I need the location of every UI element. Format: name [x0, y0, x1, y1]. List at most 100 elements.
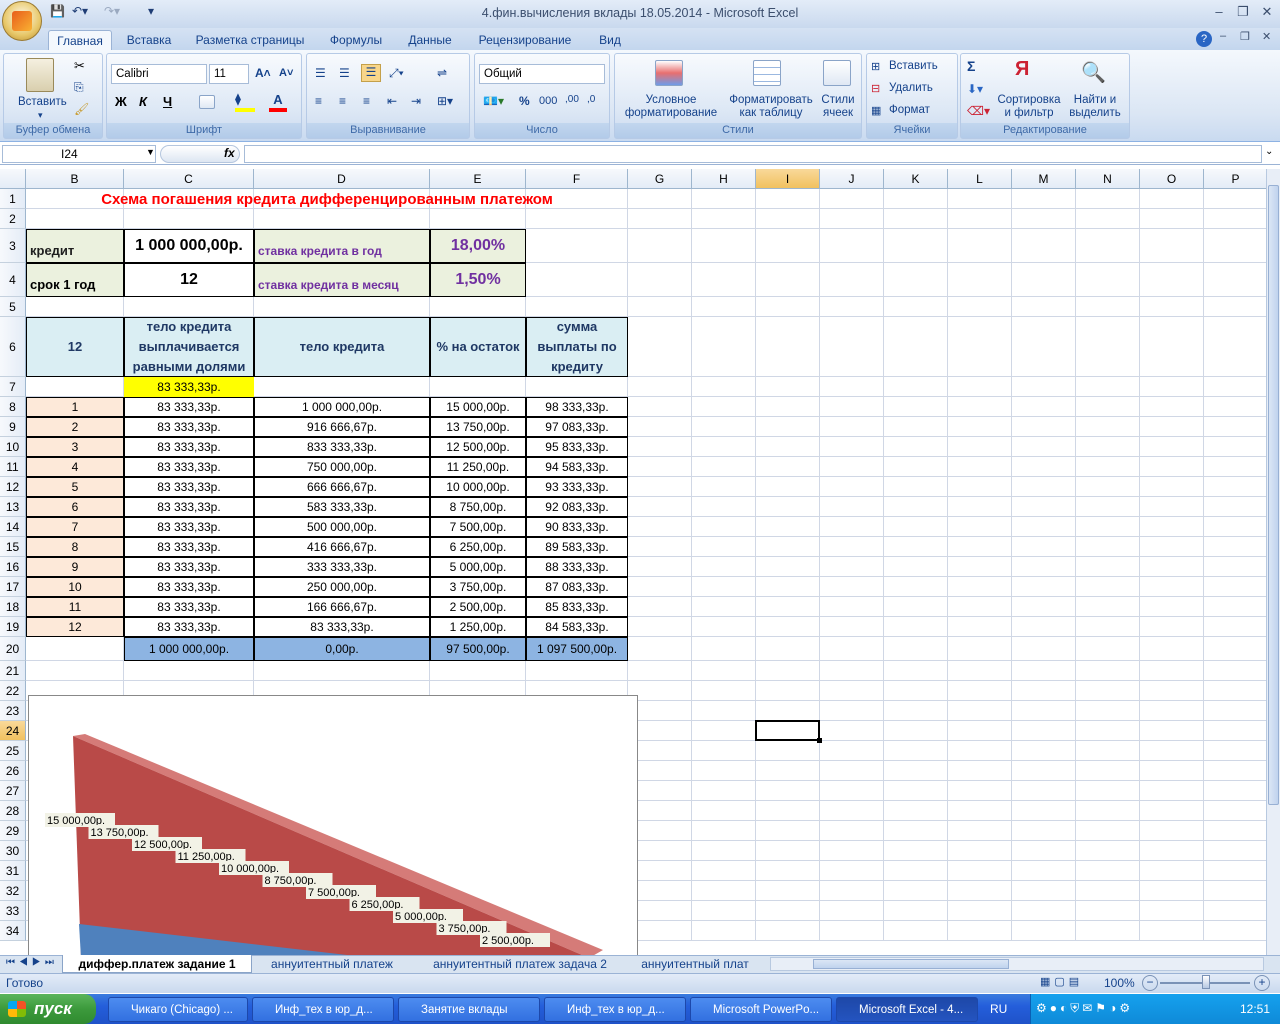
row-header[interactable]: 4	[0, 263, 26, 297]
table-cell[interactable]: 93 333,33р.	[526, 477, 628, 497]
clear-icon[interactable]: ⌫▾	[967, 104, 990, 118]
table-cell[interactable]: 83 333,33р.	[254, 617, 430, 637]
table-cell[interactable]: 15 000,00р.	[430, 397, 526, 417]
term-label[interactable]: срок 1 год	[26, 263, 124, 297]
table-cell[interactable]: 98 333,33р.	[526, 397, 628, 417]
task-item-powerpoint[interactable]: Microsoft PowerPo...	[690, 997, 832, 1022]
task-item-firefox[interactable]: Чикаго (Chicago) ...	[108, 997, 248, 1022]
table-cell[interactable]: 83 333,33р.	[124, 517, 254, 537]
shrink-font-icon[interactable]: A˅	[279, 67, 293, 79]
row-header[interactable]: 30	[0, 841, 26, 861]
paste-button[interactable]: Вставить	[18, 96, 67, 108]
row-header[interactable]: 34	[0, 921, 26, 941]
number-format-combo[interactable]: Общий	[479, 64, 605, 84]
credit-label[interactable]: кредит	[26, 229, 124, 263]
workbook-minimize-icon[interactable]: –	[1220, 30, 1226, 42]
row-header[interactable]: 1	[0, 189, 26, 209]
row-header[interactable]: 31	[0, 861, 26, 881]
horizontal-scrollbar[interactable]	[770, 957, 1264, 971]
table-cell[interactable]: 8 750,00р.	[430, 497, 526, 517]
row-header[interactable]: 27	[0, 781, 26, 801]
column-header[interactable]: C	[124, 169, 254, 189]
table-cell[interactable]: 83 333,33р.	[124, 457, 254, 477]
sheet-tab-3[interactable]: аннуитентный платеж задача 2	[412, 955, 628, 973]
column-header[interactable]: N	[1076, 169, 1140, 189]
font-size-combo[interactable]: 11	[209, 64, 249, 84]
table-cell[interactable]: 87 083,33р.	[526, 577, 628, 597]
payment-number[interactable]: 8	[26, 537, 124, 557]
table-cell[interactable]: 166 666,67р.	[254, 597, 430, 617]
table-cell[interactable]: 95 833,33р.	[526, 437, 628, 457]
fill-color-icon[interactable]: ⧫	[235, 92, 255, 112]
table-cell[interactable]: 6 250,00р.	[430, 537, 526, 557]
grow-font-icon[interactable]: A˄	[255, 66, 271, 80]
expand-formula-icon[interactable]: ⌄	[1265, 146, 1273, 157]
row-header[interactable]: 2	[0, 209, 26, 229]
payment-number[interactable]: 5	[26, 477, 124, 497]
column-header[interactable]: P	[1204, 169, 1266, 189]
column-header[interactable]: E	[430, 169, 526, 189]
table-cell[interactable]: 94 583,33р.	[526, 457, 628, 477]
copy-icon[interactable]: ⎘	[74, 80, 84, 95]
task-item-word[interactable]: Инф_тех в юр_д...	[544, 997, 686, 1022]
format-cells-button[interactable]: Формат	[889, 104, 930, 116]
align-top-icon[interactable]: ☰	[315, 66, 326, 80]
table-cell[interactable]: 5 000,00р.	[430, 557, 526, 577]
term-value[interactable]: 12	[124, 263, 254, 297]
payment-number[interactable]: 7	[26, 517, 124, 537]
align-bottom-icon[interactable]: ☰	[361, 64, 381, 82]
table-cell[interactable]: 12 500,00р.	[430, 437, 526, 457]
conditional-formatting-icon[interactable]	[655, 60, 683, 86]
table-cell[interactable]: 83 333,33р.	[124, 477, 254, 497]
table-cell[interactable]: 83 333,33р.	[124, 497, 254, 517]
row-header[interactable]: 20	[0, 637, 26, 661]
borders-icon[interactable]	[199, 95, 215, 109]
currency-icon[interactable]: 💶▾	[483, 94, 504, 108]
tray-icons[interactable]: ⚙●◐⛨✉⚑◑⚙	[1036, 1001, 1133, 1016]
column-header[interactable]: D	[254, 169, 430, 189]
autosum-button[interactable]: Σ	[967, 58, 975, 74]
font-color-icon[interactable]: A	[269, 92, 287, 112]
orientation-icon[interactable]: ⤢▾	[389, 66, 404, 81]
decrease-decimal-icon[interactable]: ,0	[587, 94, 595, 105]
name-box-dropdown-icon[interactable]: ▼	[146, 147, 155, 157]
column-header[interactable]: I	[756, 169, 820, 189]
row-header[interactable]: 29	[0, 821, 26, 841]
column-header[interactable]: L	[948, 169, 1012, 189]
row-header[interactable]: 25	[0, 741, 26, 761]
row-header[interactable]: 18	[0, 597, 26, 617]
row-header[interactable]: 19	[0, 617, 26, 637]
tab-review[interactable]: Рецензирование	[470, 30, 580, 50]
font-name-combo[interactable]: Calibri	[111, 64, 207, 84]
cell-styles-icon[interactable]	[823, 60, 851, 86]
row-header[interactable]: 10	[0, 437, 26, 457]
delete-cells-button[interactable]: Удалить	[889, 82, 933, 94]
table-cell[interactable]: 416 666,67р.	[254, 537, 430, 557]
row-header[interactable]: 21	[0, 661, 26, 681]
table-cell[interactable]: 666 666,67р.	[254, 477, 430, 497]
format-as-table-button[interactable]: Форматировать как таблицу	[725, 94, 817, 120]
restore-icon[interactable]: ❐	[1232, 4, 1254, 20]
column-header[interactable]: G	[628, 169, 692, 189]
column-header[interactable]: K	[884, 169, 948, 189]
tab-insert[interactable]: Вставка	[120, 30, 178, 50]
sheet-title[interactable]: Схема погашения кредита дифференцированн…	[26, 189, 628, 209]
align-right-icon[interactable]: ≡	[363, 94, 370, 108]
wrap-text-icon[interactable]: ⇌	[437, 66, 447, 80]
row-header[interactable]: 8	[0, 397, 26, 417]
rate-month-label[interactable]: ставка кредита в месяц	[254, 263, 430, 297]
row-header[interactable]: 5	[0, 297, 26, 317]
payment-number[interactable]: 1	[26, 397, 124, 417]
workbook-close-icon[interactable]: ✕	[1262, 30, 1271, 43]
zoom-out-icon[interactable]: −	[1142, 975, 1158, 991]
row-header[interactable]: 22	[0, 681, 26, 701]
table-cell[interactable]: 85 833,33р.	[526, 597, 628, 617]
row-header[interactable]: 26	[0, 761, 26, 781]
fill-handle[interactable]	[817, 738, 822, 743]
table-cell[interactable]: 84 583,33р.	[526, 617, 628, 637]
underline-button[interactable]: Ч	[163, 94, 172, 109]
header-body[interactable]: тело кредита	[254, 317, 430, 377]
insert-cells-button[interactable]: Вставить	[889, 60, 938, 72]
comma-style-icon[interactable]: 000	[539, 95, 557, 107]
row-header[interactable]: 13	[0, 497, 26, 517]
